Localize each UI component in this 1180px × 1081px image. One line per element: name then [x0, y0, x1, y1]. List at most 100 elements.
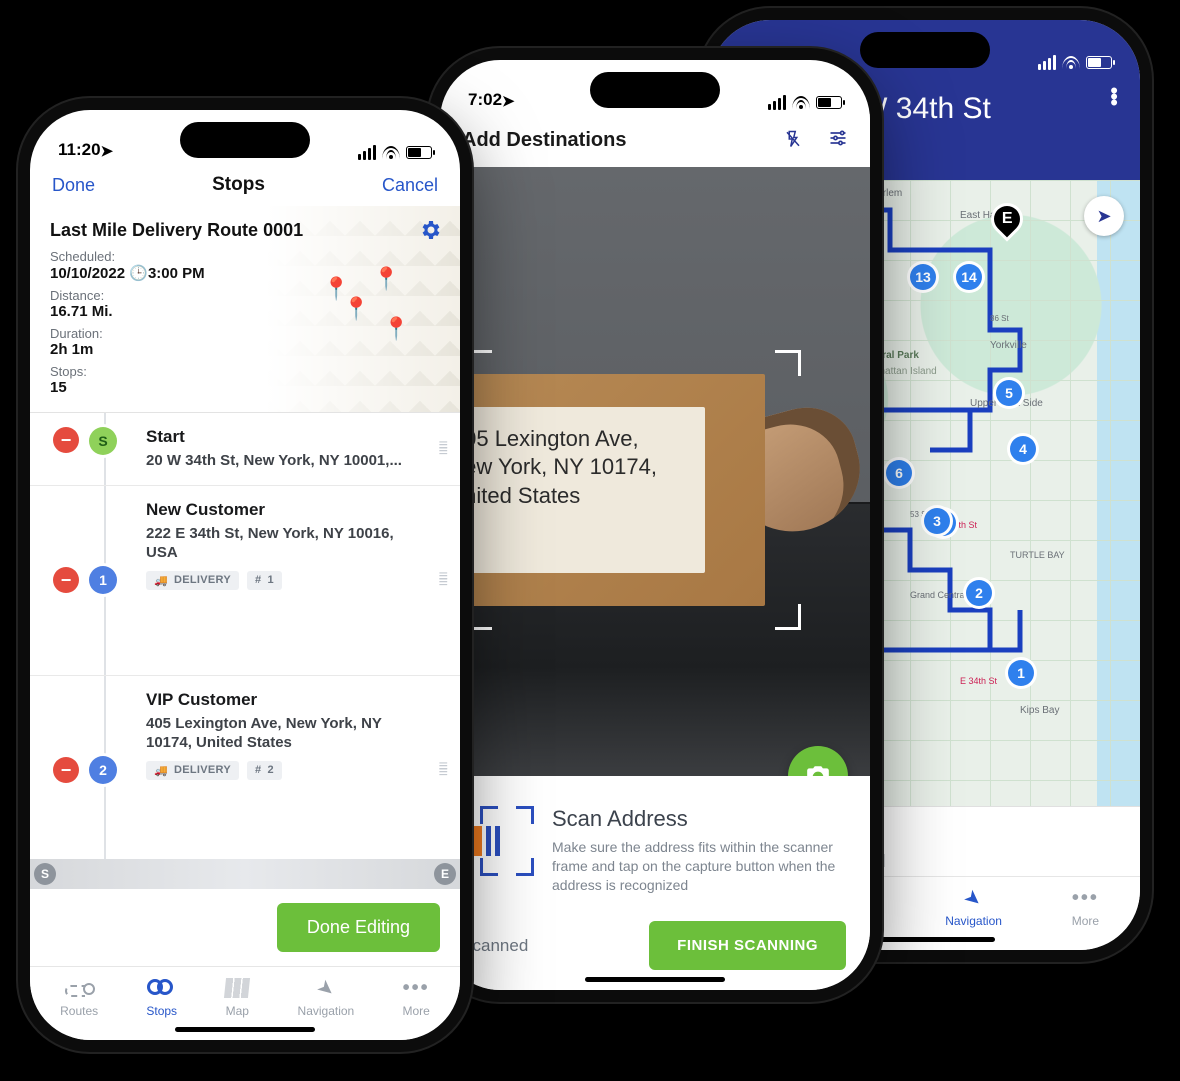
map-stop-pin[interactable]: 3 [924, 508, 950, 534]
more-icon: ••• [1072, 885, 1099, 911]
map-label: 86 St [990, 314, 1009, 323]
duration-value: 2h 1m [50, 341, 440, 358]
truck-icon: 🚚 [154, 574, 168, 587]
camera-viewfinder: 05 Lexington Ave, ew York, NY 10174, nit… [440, 167, 870, 776]
battery-icon [406, 146, 432, 159]
home-indicator[interactable] [855, 937, 995, 942]
tab-navigation[interactable]: ➤ Navigation [298, 975, 355, 1018]
filter-icon[interactable] [828, 128, 848, 153]
battery-icon [1086, 56, 1112, 69]
battery-icon [816, 96, 842, 109]
phone-stops: 11:20 ➤ Done Stops Cancel Last Mile Deli… [30, 110, 460, 1040]
map-label: Grand Central [910, 590, 967, 600]
signal-icon [358, 145, 376, 160]
truck-icon: 🚚 [154, 764, 168, 777]
stop-marker: 1 [89, 566, 117, 594]
map-label: Kips Bay [1020, 705, 1059, 716]
tab-stops[interactable]: Stops [146, 975, 177, 1018]
delivery-tag: 🚚DELIVERY [146, 761, 239, 780]
map-stop-pin[interactable]: 5 [996, 380, 1022, 406]
delete-stop-button[interactable]: − [53, 427, 79, 453]
tab-more[interactable]: ••• More [1072, 885, 1099, 928]
navigation-icon: ➤ [959, 883, 989, 914]
signal-icon [1038, 55, 1056, 70]
barcode-scanner-icon [464, 806, 534, 876]
stop-row[interactable]: − S Start 20 W 34th St, New York, NY 100… [30, 413, 460, 486]
home-indicator[interactable] [585, 977, 725, 982]
stop-row[interactable]: − 1 New Customer 222 E 34th St, New York… [30, 486, 460, 676]
mini-map-pin-icon: 📍 [383, 316, 410, 342]
done-editing-button[interactable]: Done Editing [277, 903, 440, 952]
scrub-start-handle[interactable]: S [34, 863, 56, 885]
map-stop-pin[interactable]: 4 [1010, 436, 1036, 462]
delete-stop-button[interactable]: − [53, 757, 79, 783]
sequence-tag: #1 [247, 571, 282, 590]
wifi-icon [382, 146, 400, 159]
package-box: 05 Lexington Ave, ew York, NY 10174, nit… [440, 374, 765, 606]
hash-icon: # [255, 764, 261, 776]
map-stop-pin[interactable]: 6 [886, 460, 912, 486]
mini-map-pin-icon: 📍 [323, 276, 350, 302]
map-stop-pin[interactable]: 2 [966, 580, 992, 606]
cancel-button[interactable]: Cancel [382, 175, 438, 196]
map-stop-pin[interactable]: 13 [910, 264, 936, 290]
drag-handle-icon[interactable]: ≡≡ [439, 764, 444, 776]
wifi-icon [1062, 56, 1080, 69]
stops-navbar: Done Stops Cancel [30, 164, 460, 206]
sequence-tag: #2 [247, 761, 282, 780]
navigation-icon: ➤ [311, 973, 341, 1004]
scrub-end-handle[interactable]: E [434, 863, 456, 885]
scanner-header: Add Destinations [440, 114, 870, 167]
map-label: E 34th St [960, 676, 997, 686]
map-stop-pin[interactable]: 1 [1008, 660, 1034, 686]
stop-title: Start [146, 427, 410, 447]
distance-value: 16.71 Mi. [50, 303, 440, 320]
drag-handle-icon[interactable]: ≡≡ [439, 574, 444, 586]
stop-address: 222 E 34th St, New York, NY 10016, USA [146, 524, 410, 563]
scan-panel-title: Scan Address [552, 806, 846, 832]
routes-icon [63, 977, 95, 999]
route-summary-card: Last Mile Delivery Route 0001 Scheduled:… [30, 206, 460, 413]
mini-map-pin-icon: 📍 [373, 266, 400, 292]
route-scrubber[interactable]: S E [30, 859, 460, 889]
more-options-button[interactable]: ••• [1110, 88, 1116, 106]
scanner-title: Add Destinations [462, 129, 626, 152]
flash-off-icon[interactable] [784, 128, 802, 150]
tab-navigation[interactable]: ➤ Navigation [945, 885, 1002, 928]
stop-marker: 2 [89, 756, 117, 784]
signal-icon [768, 95, 786, 110]
done-button[interactable]: Done [52, 175, 95, 196]
home-indicator[interactable] [175, 1027, 315, 1032]
phone-scanner: 7:02 ➤ Add Destinations [440, 60, 870, 990]
clock-icon: 🕒 [129, 265, 148, 282]
finish-scanning-button[interactable]: FINISH SCANNING [649, 921, 846, 970]
scanned-count-label: scanned [464, 936, 528, 956]
status-time: 7:02 [468, 90, 502, 110]
duration-label: Duration: [50, 326, 440, 341]
stop-title: New Customer [146, 500, 410, 520]
status-time: 11:20 [58, 140, 101, 160]
stop-address: 20 W 34th St, New York, NY 10001,... [146, 451, 410, 471]
phone-notch [180, 122, 310, 158]
stop-address: 405 Lexington Ave, New York, NY 10174, U… [146, 714, 410, 753]
tab-routes[interactable]: Routes [60, 975, 98, 1018]
tab-map[interactable]: Map [225, 975, 249, 1018]
stop-row[interactable]: − 2 VIP Customer 405 Lexington Ave, New … [30, 676, 460, 860]
stop-marker-start: S [89, 427, 117, 455]
hash-icon: # [255, 574, 261, 586]
phone-notch [590, 72, 720, 108]
navigation-street-title: W 34th St [859, 92, 991, 126]
stops-icon [147, 977, 177, 999]
route-settings-button[interactable] [418, 218, 442, 248]
scheduled-label: Scheduled: [50, 249, 440, 264]
stops-list[interactable]: − S Start 20 W 34th St, New York, NY 100… [30, 413, 460, 859]
phone-notch [860, 32, 990, 68]
drag-handle-icon[interactable]: ≡≡ [439, 443, 444, 455]
map-stop-pin[interactable]: 14 [956, 264, 982, 290]
stops-count-value: 15 [50, 379, 440, 396]
tab-more[interactable]: ••• More [402, 975, 429, 1018]
scan-instructions-panel: Scan Address Make sure the address fits … [440, 776, 870, 907]
route-title: Last Mile Delivery Route 0001 [50, 220, 440, 241]
navbar-title: Stops [212, 174, 265, 196]
delete-stop-button[interactable]: − [53, 567, 79, 593]
